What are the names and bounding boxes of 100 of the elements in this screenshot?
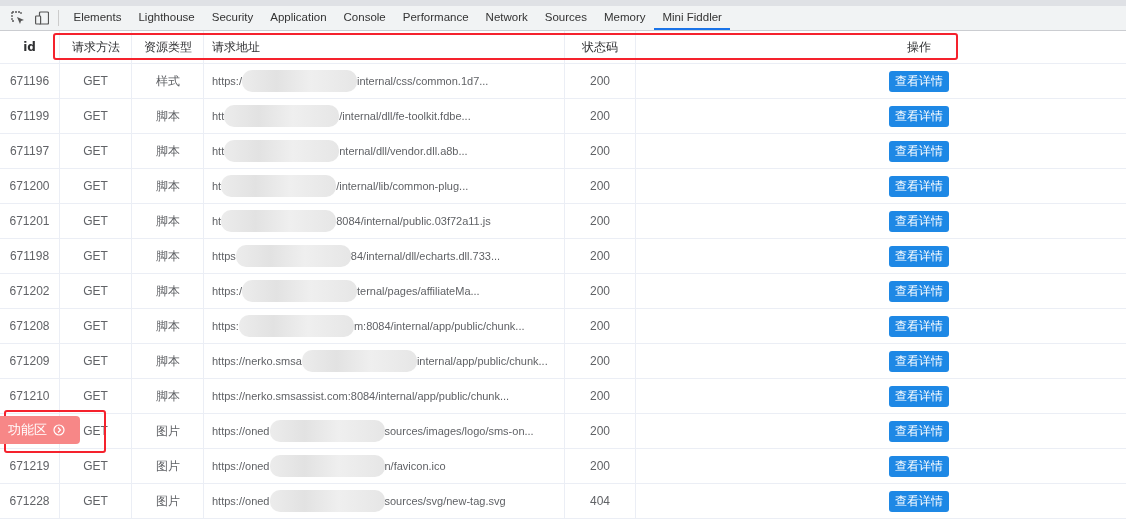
- table-cell: 200: [590, 354, 610, 368]
- table-cell: 图片: [155, 457, 180, 475]
- table-cell: 200: [590, 144, 610, 158]
- table-cell: 200: [590, 459, 610, 473]
- table-cell: 图片: [155, 492, 180, 510]
- view-details-button[interactable]: 查看详情: [888, 105, 949, 127]
- view-details-button[interactable]: 查看详情: [888, 245, 949, 267]
- table-cell: GET: [83, 109, 108, 123]
- table-cell: 671201: [9, 214, 50, 228]
- table-cell: https://oned: [212, 460, 270, 472]
- table-cell: 200: [590, 214, 610, 228]
- devtools-tab[interactable]: Mini Fiddler: [654, 6, 730, 30]
- table-cell: 图片: [155, 422, 180, 440]
- table-cell: 脚本: [155, 282, 180, 300]
- table-cell: 671219: [9, 459, 50, 473]
- table-cell: GET: [83, 249, 108, 263]
- table-cell: https://nerko.smsassist.com:8084/internal/app/public/chunk...: [212, 390, 510, 402]
- device-toggle-icon[interactable]: [35, 11, 49, 25]
- table-cell: https://oned: [212, 495, 270, 507]
- table-cell: 200: [590, 74, 610, 88]
- table-cell: 671200: [9, 179, 50, 193]
- table-cell: 脚本: [155, 352, 180, 370]
- devtools-tab[interactable]: Performance: [394, 6, 477, 30]
- table-cell: GET: [83, 179, 108, 193]
- view-details-button[interactable]: 查看详情: [888, 210, 949, 232]
- table-cell: 脚本: [155, 177, 180, 195]
- table-cell: 671228: [9, 494, 50, 508]
- table-cell: htt: [212, 110, 225, 122]
- view-details-button[interactable]: 查看详情: [888, 490, 949, 512]
- table-cell: n/favicon.ico: [384, 460, 446, 472]
- table-cell: 671208: [9, 319, 50, 333]
- table-cell: GET: [83, 319, 108, 333]
- table-cell: GET: [83, 214, 108, 228]
- table-cell: GET: [83, 354, 108, 368]
- view-details-button[interactable]: 查看详情: [888, 455, 949, 477]
- table-cell: 200: [590, 179, 610, 193]
- table-cell: nternal/dll/vendor.dll.a8b...: [339, 145, 468, 157]
- view-details-button[interactable]: 查看详情: [888, 420, 949, 442]
- table-cell: 671210: [9, 389, 50, 403]
- table-cell: m:8084/internal/app/public/chunk...: [353, 320, 525, 332]
- view-details-button[interactable]: 查看详情: [888, 280, 949, 302]
- table-cell: internal/css/common.1d7...: [356, 75, 489, 87]
- chevron-circle-icon: [53, 424, 65, 436]
- view-details-button[interactable]: 查看详情: [888, 70, 949, 92]
- table-cell: 脚本: [155, 247, 180, 265]
- inspect-icon[interactable]: [11, 11, 25, 25]
- table-cell: 404: [590, 494, 610, 508]
- table-cell: 671196: [9, 74, 50, 88]
- devtools-tab[interactable]: Lighthouse: [130, 6, 203, 30]
- table-cell: 脚本: [155, 107, 180, 125]
- table-cell: ht: [212, 180, 222, 192]
- table-cell: htt: [212, 145, 225, 157]
- table-cell: internal/app/public/chunk...: [416, 355, 548, 367]
- view-details-button[interactable]: 查看详情: [888, 140, 949, 162]
- table-cell: 脚本: [155, 142, 180, 160]
- table-cell: 671198: [9, 249, 50, 263]
- table-cell: sources/images/logo/sms-on...: [384, 425, 534, 437]
- devtools-tab[interactable]: Security: [203, 6, 262, 30]
- table-cell: 671197: [9, 144, 50, 158]
- table-cell: sources/svg/new-tag.svg: [384, 495, 506, 507]
- table-cell: 200: [590, 424, 610, 438]
- table-cell: ternal/pages/affiliateMa...: [356, 285, 480, 297]
- table-cell: https://nerko.smsa: [212, 355, 302, 367]
- table-cell: 样式: [155, 72, 180, 90]
- function-area-button[interactable]: 功能区: [0, 416, 80, 444]
- view-details-button[interactable]: 查看详情: [888, 350, 949, 372]
- table-cell: 84/internal/dll/echarts.dll.733...: [350, 250, 501, 262]
- view-details-button[interactable]: 查看详情: [888, 385, 949, 407]
- table-cell: ht: [212, 215, 222, 227]
- table-cell: https:: [212, 320, 239, 332]
- table-cell: GET: [83, 284, 108, 298]
- devtools-tab[interactable]: Sources: [536, 6, 595, 30]
- devtools-tab[interactable]: Application: [262, 6, 335, 30]
- table-cell: 671209: [9, 354, 50, 368]
- table-cell: 671202: [9, 284, 50, 298]
- column-header: 请求方法: [60, 31, 132, 63]
- devtools-tab[interactable]: Memory: [595, 6, 654, 30]
- table-cell: https:/: [212, 285, 242, 297]
- table-cell: 8084/internal/public.03f72a11.js: [336, 215, 491, 227]
- table-cell: /internal/dll/fe-toolkit.fdbe...: [339, 110, 471, 122]
- table-cell: 200: [590, 319, 610, 333]
- view-details-button[interactable]: 查看详情: [888, 175, 949, 197]
- column-header: 状态码: [565, 31, 636, 63]
- table-cell: 200: [590, 249, 610, 263]
- column-header: 请求地址: [204, 31, 565, 63]
- table-cell: GET: [83, 144, 108, 158]
- table-cell: GET: [83, 494, 108, 508]
- table-cell: https:/: [212, 75, 242, 87]
- table-cell: 200: [590, 284, 610, 298]
- table-cell: 200: [590, 109, 610, 123]
- devtools-tab[interactable]: Console: [335, 6, 394, 30]
- table-cell: /internal/lib/common-plug...: [336, 180, 469, 192]
- table-cell: 200: [590, 389, 610, 403]
- devtools-tab[interactable]: Elements: [65, 6, 130, 30]
- table-cell: 脚本: [155, 212, 180, 230]
- view-details-button[interactable]: 查看详情: [888, 315, 949, 337]
- devtools-tab[interactable]: Network: [477, 6, 536, 30]
- table-cell: 脚本: [155, 387, 180, 405]
- table-cell: https: [212, 250, 236, 262]
- column-header: id: [0, 31, 60, 63]
